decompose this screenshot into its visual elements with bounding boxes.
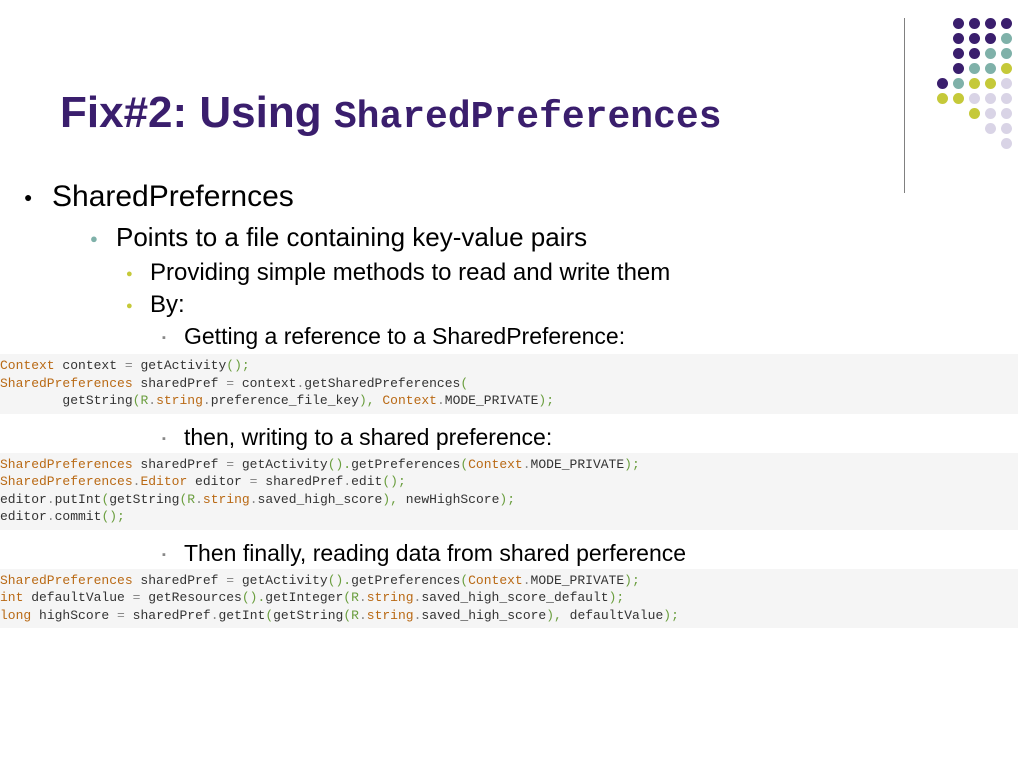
bullet-l3a: Providing simple methods to read and wri…: [126, 259, 1024, 287]
bullet-l4c-text: Then finally, reading data from shared p…: [184, 540, 686, 566]
bullet-l4b: then, writing to a shared preference:: [162, 424, 1024, 451]
bullet-l4a: Getting a reference to a SharedPreferenc…: [162, 323, 1024, 350]
bullet-l4b-text: then, writing to a shared preference:: [184, 424, 552, 450]
code-block-3: SharedPreferences sharedPref = getActivi…: [0, 569, 1018, 629]
bullet-l4c: Then finally, reading data from shared p…: [162, 540, 1024, 567]
bullet-l2: Points to a file containing key-value pa…: [90, 222, 1024, 350]
code-block-1: Context context = getActivity(); SharedP…: [0, 354, 1018, 414]
bullet-l2-text: Points to a file containing key-value pa…: [116, 222, 587, 252]
bullet-l3b-text: By:: [150, 291, 185, 318]
bullet-l1-text: SharedPrefernces: [52, 180, 294, 213]
bullet-l3a-text: Providing simple methods to read and wri…: [150, 259, 670, 286]
slide-title: Fix#2: Using SharedPreferences: [60, 88, 722, 139]
title-mono: SharedPreferences: [334, 96, 722, 139]
bullet-l1: SharedPrefernces Points to a file contai…: [24, 180, 1024, 350]
code-block-2: SharedPreferences sharedPref = getActivi…: [0, 453, 1018, 530]
bullet-l4a-text: Getting a reference to a SharedPreferenc…: [184, 323, 625, 349]
slide-body: SharedPrefernces Points to a file contai…: [0, 180, 1024, 634]
bullet-l3b: By: Getting a reference to a SharedPrefe…: [126, 291, 1024, 350]
corner-dot-grid: [932, 18, 1012, 153]
title-prefix: Fix#2: Using: [60, 88, 334, 137]
